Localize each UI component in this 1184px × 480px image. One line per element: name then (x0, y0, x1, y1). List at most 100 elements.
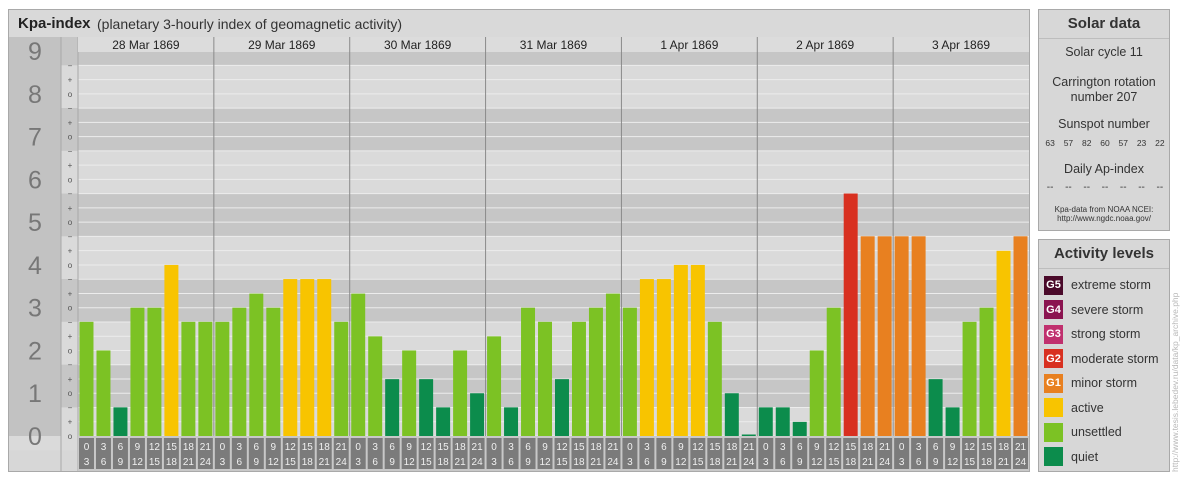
interval-end-label: 12 (811, 457, 823, 468)
interval-end-label: 24 (472, 457, 484, 468)
interval-start-label: 21 (607, 442, 619, 453)
interval-start-label: 18 (862, 442, 874, 453)
interval-end-label: 18 (709, 457, 721, 468)
kp-bar (368, 336, 383, 436)
interval-end-label: 12 (268, 457, 280, 468)
y-subtick-mark: o (68, 175, 73, 184)
kp-bar (470, 393, 485, 436)
sunspot-value: 82 (1081, 138, 1092, 148)
day-label: 29 Mar 1869 (248, 38, 316, 52)
level-band (9, 321, 1029, 365)
interval-start-label: 9 (950, 442, 956, 453)
y-tick-label: 9 (28, 38, 42, 66)
interval-start-label: 3 (237, 442, 243, 453)
y-subtick-mark: o (68, 346, 73, 355)
kp-bar (181, 321, 196, 436)
kp-bar (809, 350, 824, 436)
y-subtick-mark: − (68, 361, 73, 370)
y-subtick-mark: − (68, 275, 73, 284)
kp-bar (385, 379, 400, 436)
kp-bar (521, 307, 536, 436)
legend-swatch: G3 (1044, 324, 1063, 344)
kp-bar (605, 293, 620, 436)
kp-bar (945, 407, 960, 436)
interval-start-label: 15 (709, 442, 721, 453)
legend-swatch: G5 (1044, 275, 1063, 295)
interval-start-label: 21 (472, 442, 484, 453)
ap-value: -- (1119, 182, 1127, 193)
legend-item: G5 extreme storm (1044, 275, 1151, 295)
kp-bar (724, 393, 739, 436)
interval-start-label: 3 (916, 442, 922, 453)
interval-end-label: 21 (726, 457, 738, 468)
legend-label: active (1071, 400, 1104, 415)
interval-start-label: 12 (964, 442, 976, 453)
kp-bar (147, 307, 162, 436)
interval-end-label: 9 (525, 457, 531, 468)
sunspot-values-row: 63 57 82 60 57 23 22 (1041, 138, 1169, 148)
data-source-line2: http://www.ngdc.noaa.gov/ (1057, 214, 1151, 223)
kp-bar (266, 307, 281, 436)
interval-start-label: 12 (692, 442, 704, 453)
sunspot-value: 22 (1155, 138, 1165, 148)
kp-bar (962, 321, 977, 436)
day-label: 31 Mar 1869 (520, 38, 588, 52)
kp-bar (453, 350, 468, 436)
interval-end-label: 24 (607, 457, 619, 468)
interval-end-label: 3 (491, 457, 497, 468)
interval-start-label: 6 (525, 442, 531, 453)
level-band (9, 364, 1029, 408)
y-subtick-mark: − (68, 318, 73, 327)
legend-swatch: G2 (1044, 349, 1063, 368)
interval-start-label: 0 (763, 442, 769, 453)
kp-bar (707, 321, 722, 436)
y-subtick-mark: + (68, 204, 73, 213)
sunspot-value: 57 (1118, 138, 1128, 148)
activity-levels-title: Activity levels (1039, 240, 1169, 269)
y-subtick-mark: − (68, 232, 73, 241)
interval-start-label: 15 (573, 442, 585, 453)
sunspot-value: 60 (1100, 138, 1110, 148)
interval-end-label: 6 (644, 457, 650, 468)
legend-item: G3 strong storm (1044, 324, 1140, 344)
kp-bar (911, 236, 926, 436)
interval-end-label: 6 (508, 457, 514, 468)
interval-end-label: 15 (828, 457, 840, 468)
chart-title-bar: Kpa-index (planetary 3-hourly index of g… (9, 10, 1029, 37)
interval-start-label: 6 (254, 442, 260, 453)
y-tick-label: 3 (28, 295, 42, 323)
legend-swatch (1044, 447, 1063, 466)
interval-end-label: 18 (573, 457, 585, 468)
interval-end-label: 9 (661, 457, 667, 468)
interval-start-label: 0 (355, 442, 361, 453)
kp-bar (79, 321, 94, 436)
interval-start-label: 3 (372, 442, 378, 453)
kp-bar (436, 407, 451, 436)
sunspot-number-label: Sunspot number (1058, 117, 1150, 131)
interval-end-label: 12 (675, 457, 687, 468)
kp-bar (555, 379, 569, 436)
legend-item: unsettled (1044, 422, 1122, 442)
carrington-rotation-line2: number 207 (1070, 90, 1138, 104)
interval-end-label: 6 (237, 457, 243, 468)
ap-value: -- (1083, 182, 1091, 193)
interval-start-label: 18 (590, 442, 602, 453)
level-band (9, 279, 1029, 322)
interval-start-label: 6 (389, 442, 395, 453)
interval-end-label: 6 (780, 457, 786, 468)
kp-bar (622, 307, 637, 436)
level-band (9, 65, 1029, 108)
y-subtick-mark: + (68, 76, 73, 85)
kp-bar (843, 193, 858, 436)
kp-bar (639, 279, 654, 436)
interval-end-label: 15 (285, 457, 297, 468)
interval-start-label: 9 (406, 442, 412, 453)
y-subtick-mark: o (68, 90, 73, 99)
kp-bar (673, 264, 688, 436)
legend-label: unsettled (1071, 425, 1122, 439)
interval-end-label: 15 (964, 457, 976, 468)
ap-value: -- (1046, 182, 1054, 193)
interval-start-label: 15 (302, 442, 314, 453)
legend-item: quiet (1044, 447, 1098, 467)
kp-bar (402, 350, 417, 436)
